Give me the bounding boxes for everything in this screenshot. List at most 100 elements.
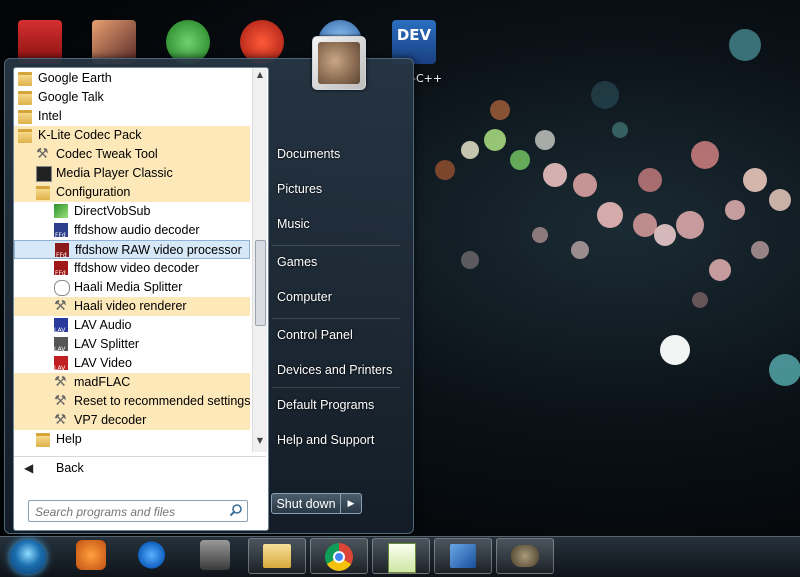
network-app-icon (450, 544, 476, 568)
chrome-icon-center (333, 551, 345, 563)
program-item-label: ffdshow audio decoder (74, 223, 200, 237)
folder-icon (36, 433, 50, 447)
start-button[interactable] (10, 540, 46, 574)
program-item[interactable]: Codec Tweak Tool (14, 144, 250, 164)
program-list-scrollbar[interactable]: ▲ ▼ (252, 68, 267, 452)
start-menu: Google Earth Google Talk Intel K-Lite Codec… (4, 58, 414, 534)
folder-icon (18, 110, 32, 124)
program-item[interactable]: ffdshow video decoder (14, 259, 250, 283)
program-item[interactable]: Configuration (14, 183, 250, 202)
right-pane-separator (272, 387, 400, 388)
directvobsub-icon (54, 204, 68, 218)
dev-cpp-label: -C++ (412, 72, 443, 85)
lav-splitter-icon (54, 337, 68, 359)
program-item-label: Haali Media Splitter (74, 280, 183, 294)
search-box[interactable] (28, 500, 248, 522)
back-arrow-icon: ◀ (24, 461, 34, 475)
program-item-label: Google Earth (38, 71, 112, 85)
scroll-up-arrow[interactable]: ▲ (253, 70, 267, 82)
program-item-label: Reset to recommended settings (74, 394, 251, 408)
right-item-default-programs[interactable]: Default Programs (277, 398, 374, 412)
user-avatar-image (318, 42, 360, 84)
haali-icon (54, 280, 70, 296)
gimp-taskbar-button[interactable] (496, 538, 554, 574)
program-item[interactable]: K-Lite Codec Pack (14, 126, 250, 145)
right-item-music[interactable]: Music (277, 217, 310, 231)
folder-icon (18, 129, 32, 143)
ffdshow-video-icon (54, 261, 68, 283)
right-item-devices-and-printers[interactable]: Devices and Printers (277, 363, 392, 377)
user-picture[interactable] (312, 36, 366, 90)
tool-icon (54, 391, 68, 410)
right-item-computer[interactable]: Computer (277, 290, 332, 304)
mpc-icon (36, 166, 52, 182)
program-item[interactable]: Google Earth (14, 69, 250, 88)
search-input[interactable] (33, 502, 227, 521)
program-item-label: Intel (38, 109, 62, 123)
program-item-label: Configuration (56, 185, 131, 199)
folder-icon (18, 72, 32, 86)
ffdshow-raw-icon (55, 243, 69, 265)
program-item[interactable]: Google Talk (14, 88, 250, 107)
program-item-label: ffdshow RAW video processor (75, 243, 242, 257)
folder-icon (18, 91, 32, 105)
program-item[interactable]: Haali video renderer (14, 296, 250, 316)
program-item[interactable]: Media Player Classic (14, 164, 250, 183)
program-item[interactable]: Help (14, 430, 250, 449)
right-item-help-and-support[interactable]: Help and Support (277, 433, 374, 447)
program-item-label: Haali video renderer (74, 299, 187, 313)
program-item[interactable]: ffdshow RAW video processor (14, 240, 250, 265)
program-item[interactable]: LAV Audio (14, 316, 250, 340)
right-item-control-panel[interactable]: Control Panel (277, 328, 353, 342)
program-item-label: LAV Audio (74, 318, 132, 332)
gimp-icon (511, 545, 539, 567)
program-item-label: Google Talk (38, 90, 104, 104)
back-label: Back (56, 461, 84, 475)
scroll-thumb[interactable] (255, 240, 266, 326)
program-item-label: VP7 decoder (74, 413, 147, 427)
program-item-label: ffdshow video decoder (74, 261, 199, 275)
program-item-label: madFLAC (74, 375, 131, 389)
program-item[interactable]: Reset to recommended settings (14, 391, 251, 411)
program-item-label: LAV Video (74, 356, 132, 370)
file-explorer-icon (263, 544, 291, 568)
media-player-icon[interactable] (76, 540, 106, 570)
lav-audio-icon (54, 318, 68, 340)
notepad-plus-plus-taskbar-button[interactable] (372, 538, 430, 574)
search-icon[interactable] (229, 503, 243, 517)
program-item[interactable]: DirectVobSub (14, 202, 250, 221)
programs-pane: Google Earth Google Talk Intel K-Lite Codec… (13, 67, 269, 531)
right-item-games[interactable]: Games (277, 255, 317, 269)
program-item[interactable]: ffdshow audio decoder (14, 221, 250, 245)
program-item[interactable]: madFLAC (14, 372, 250, 392)
program-item-label: Media Player Classic (56, 166, 173, 180)
program-item[interactable]: LAV Video (14, 354, 250, 378)
program-item-label: LAV Splitter (74, 337, 140, 351)
scroll-down-arrow[interactable]: ▼ (253, 436, 267, 448)
notepad-plus-plus-icon (388, 543, 416, 573)
program-item-label: DirectVobSub (74, 204, 151, 218)
lav-video-icon (54, 356, 68, 378)
right-item-documents[interactable]: Documents (277, 147, 340, 161)
tool-icon (54, 296, 68, 315)
shutdown-button[interactable]: Shut down (271, 493, 341, 514)
program-item[interactable]: Intel (14, 107, 250, 126)
tool-icon (54, 410, 68, 429)
folder-icon (36, 186, 50, 200)
program-item[interactable]: LAV Splitter (14, 335, 250, 359)
program-item-label: K-Lite Codec Pack (38, 128, 142, 142)
program-item[interactable]: VP7 decoder (14, 410, 250, 430)
shutdown-options-button[interactable]: ▶ (341, 493, 362, 514)
right-item-pictures[interactable]: Pictures (277, 182, 322, 196)
back-button[interactable]: ◀ Back (14, 456, 266, 481)
right-pane-separator (272, 245, 400, 246)
chrome-icon (325, 543, 353, 571)
program-item[interactable]: Haali Media Splitter (14, 278, 250, 297)
game-app-icon[interactable] (200, 540, 230, 570)
network-app-taskbar-button[interactable] (434, 538, 492, 574)
right-pane-separator (272, 318, 400, 319)
internet-explorer-icon[interactable] (138, 540, 168, 570)
program-item-label: Help (56, 432, 82, 446)
file-explorer-taskbar-button[interactable] (248, 538, 306, 574)
chrome-taskbar-button[interactable] (310, 538, 368, 574)
